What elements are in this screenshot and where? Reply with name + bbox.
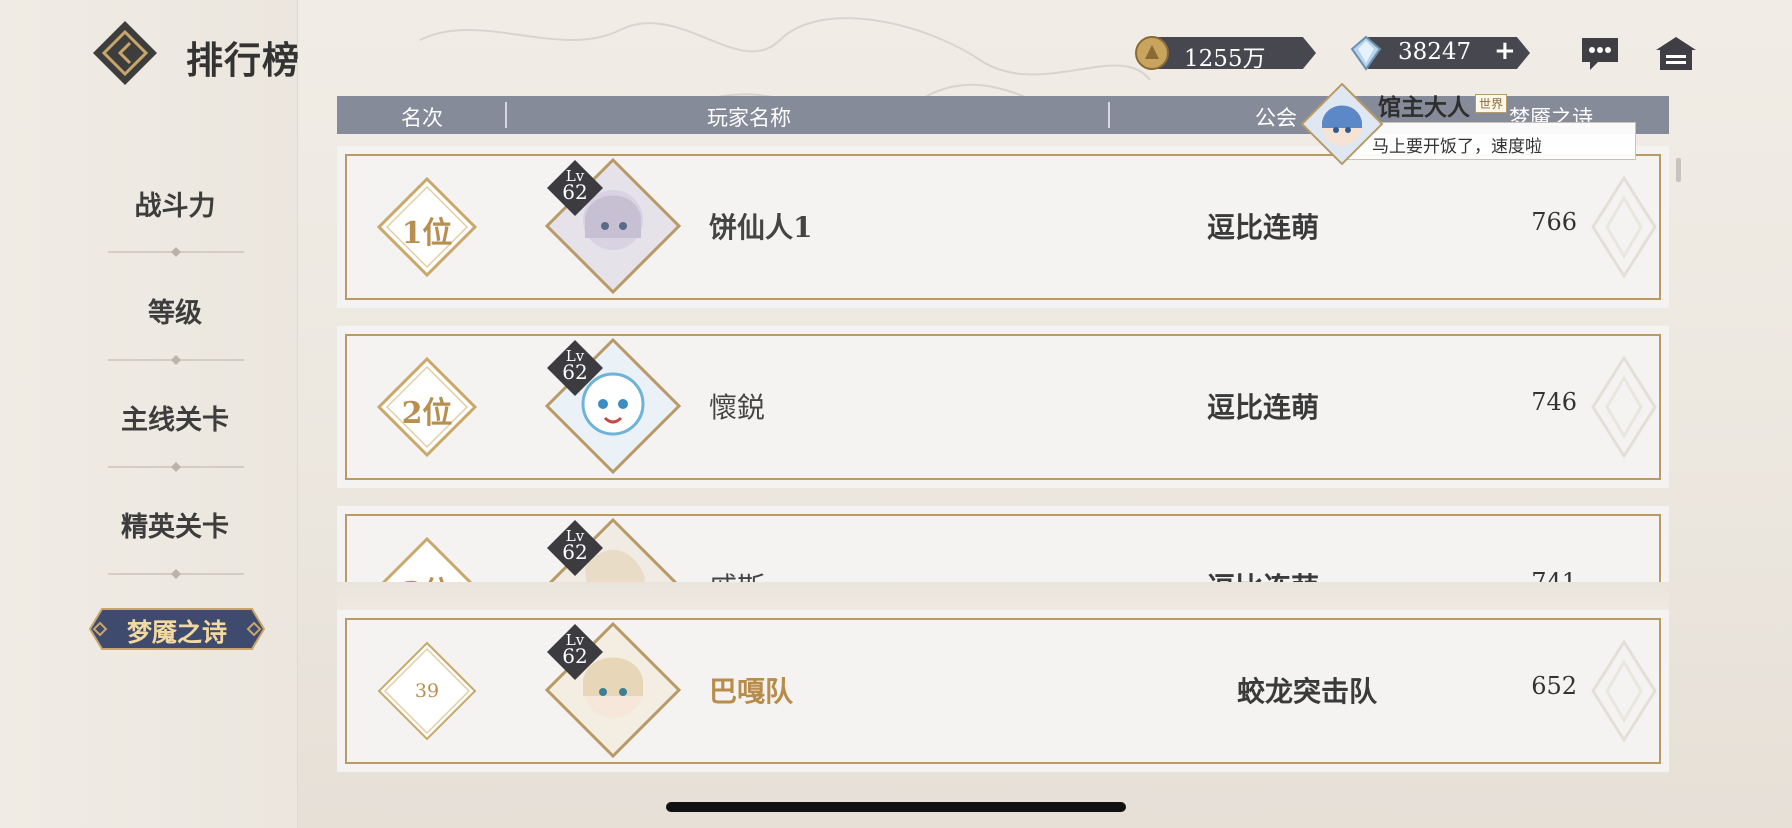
rank-label: 1位 (401, 216, 453, 251)
home-icon[interactable] (1654, 34, 1698, 74)
player-name: 懷鋭 (709, 391, 766, 424)
table-row[interactable]: 3位 Lv 62 戚斯 逗比连萌 741 (337, 506, 1669, 582)
chat-message: 马上要开饭了，速度啦 (1372, 137, 1542, 157)
row-decoration (1591, 175, 1657, 279)
scrollbar[interactable] (1676, 158, 1681, 182)
level-value: 62 (562, 360, 588, 384)
nav-divider (108, 569, 244, 579)
rank-number: 39 (414, 680, 440, 702)
level-value: 62 (562, 540, 588, 564)
table-row[interactable]: 1位 Lv 62 饼仙人1 逗比连萌 766 (337, 146, 1669, 308)
page-title: 排行榜 (186, 38, 300, 82)
level-value: 62 (562, 644, 588, 668)
row-frame (345, 154, 1661, 300)
gem-icon (1350, 35, 1382, 71)
player-name: 戚斯 (709, 566, 765, 582)
guild-name: 逗比连萌 (1207, 391, 1320, 424)
chat-sender-name: 馆主大人 (1378, 94, 1470, 121)
column-header-player: 玩家名称 (707, 106, 791, 130)
home-indicator[interactable] (666, 802, 1126, 812)
guild-name: 逗比连萌 (1207, 566, 1417, 582)
self-rank-row[interactable]: 39 Lv 62 巴嘎队 蛟龙突击队 652 (337, 610, 1669, 772)
add-gems-button[interactable]: + (1494, 36, 1516, 66)
nav-divider (108, 247, 244, 257)
rank-label: 3位 (377, 568, 477, 582)
column-header-guild: 公会 (1255, 106, 1297, 130)
score-value: 652 (1531, 672, 1577, 700)
guild-name: 蛟龙突击队 (1237, 675, 1378, 708)
nav-item-level[interactable]: 等级 (90, 291, 260, 330)
back-button[interactable] (90, 18, 160, 88)
gold-currency[interactable]: 1255万 (1134, 35, 1316, 72)
chat-icon[interactable] (1578, 34, 1622, 74)
nav-item-nightmare-poem[interactable]: 梦魇之诗 (88, 605, 266, 653)
gem-amount: 38247 (1398, 39, 1472, 65)
player-name: 饼仙人1 (709, 211, 813, 244)
guild-name: 逗比连萌 (1207, 211, 1320, 244)
nav-item-elite-stage[interactable]: 精英关卡 (90, 505, 260, 544)
nav-divider (108, 355, 244, 365)
row-frame (345, 514, 1661, 582)
level-value: 62 (562, 180, 588, 204)
nav-item-main-stage[interactable]: 主线关卡 (90, 398, 260, 437)
scroll-fade (337, 582, 1669, 610)
chat-popup[interactable]: 馆主大人 世界 马上要开饭了，速度啦 (1300, 82, 1640, 166)
row-decoration (1591, 355, 1657, 459)
column-header-rank: 名次 (401, 106, 443, 130)
row-frame (345, 334, 1661, 480)
nav-divider (108, 462, 244, 472)
column-separator (1108, 102, 1110, 128)
row-decoration (1591, 639, 1657, 743)
nav-item-label-active: 梦魇之诗 (126, 618, 227, 647)
column-separator (505, 102, 507, 128)
table-row[interactable]: 2位 Lv 62 懷鋭 逗比连萌 746 (337, 326, 1669, 488)
row-frame (345, 618, 1661, 764)
player-name: 巴嘎队 (709, 675, 794, 708)
score-value: 741 (1531, 568, 1577, 582)
score-value: 766 (1531, 208, 1577, 236)
gem-currency[interactable]: 38247 + (1348, 35, 1530, 71)
nav-item-power[interactable]: 战斗力 (90, 184, 260, 223)
gold-coin-icon (1135, 36, 1169, 70)
rank-label: 2位 (401, 396, 453, 431)
score-value: 746 (1531, 388, 1577, 416)
gold-amount: 1255万 (1184, 46, 1266, 72)
chat-channel-tag: 世界 (1475, 94, 1508, 113)
